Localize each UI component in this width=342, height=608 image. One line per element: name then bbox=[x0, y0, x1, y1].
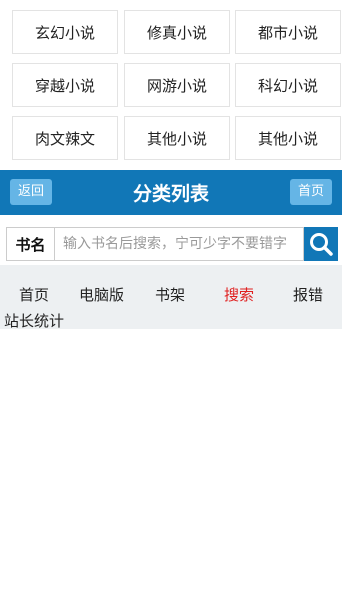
category-button[interactable]: 其他小说 bbox=[124, 116, 230, 160]
search-button[interactable] bbox=[304, 227, 338, 261]
category-button[interactable]: 穿越小说 bbox=[12, 63, 118, 107]
category-button[interactable]: 科幻小说 bbox=[235, 63, 341, 107]
category-button[interactable]: 玄幻小说 bbox=[12, 10, 118, 54]
nav-item-report[interactable]: 报错 bbox=[293, 284, 323, 305]
search-input[interactable] bbox=[54, 227, 304, 261]
category-button[interactable]: 修真小说 bbox=[124, 10, 230, 54]
search-bar: 书名 bbox=[0, 225, 342, 263]
category-button[interactable]: 都市小说 bbox=[235, 10, 341, 54]
page-header: 返回 分类列表 首页 bbox=[0, 170, 342, 215]
category-button[interactable]: 网游小说 bbox=[124, 63, 230, 107]
nav-item-home[interactable]: 首页 bbox=[19, 284, 49, 305]
search-icon bbox=[310, 233, 333, 256]
home-button[interactable]: 首页 bbox=[289, 179, 332, 205]
back-button[interactable]: 返回 bbox=[10, 179, 53, 205]
site-stats-link[interactable]: 站长统计 bbox=[4, 310, 64, 331]
nav-item-desktop[interactable]: 电脑版 bbox=[79, 284, 124, 305]
category-grid: 玄幻小说 修真小说 都市小说 穿越小说 网游小说 科幻小说 肉文辣文 其他小说 … bbox=[0, 0, 342, 170]
category-button[interactable]: 其他小说 bbox=[235, 116, 341, 160]
category-button[interactable]: 肉文辣文 bbox=[12, 116, 118, 160]
search-type-label: 书名 bbox=[6, 227, 54, 261]
nav-item-search[interactable]: 搜索 bbox=[224, 284, 254, 305]
nav-item-bookshelf[interactable]: 书架 bbox=[155, 284, 185, 305]
bottom-nav: 首页 电脑版 书架 搜索 报错 站长统计 bbox=[0, 265, 342, 331]
page-title: 分类列表 bbox=[132, 183, 209, 205]
